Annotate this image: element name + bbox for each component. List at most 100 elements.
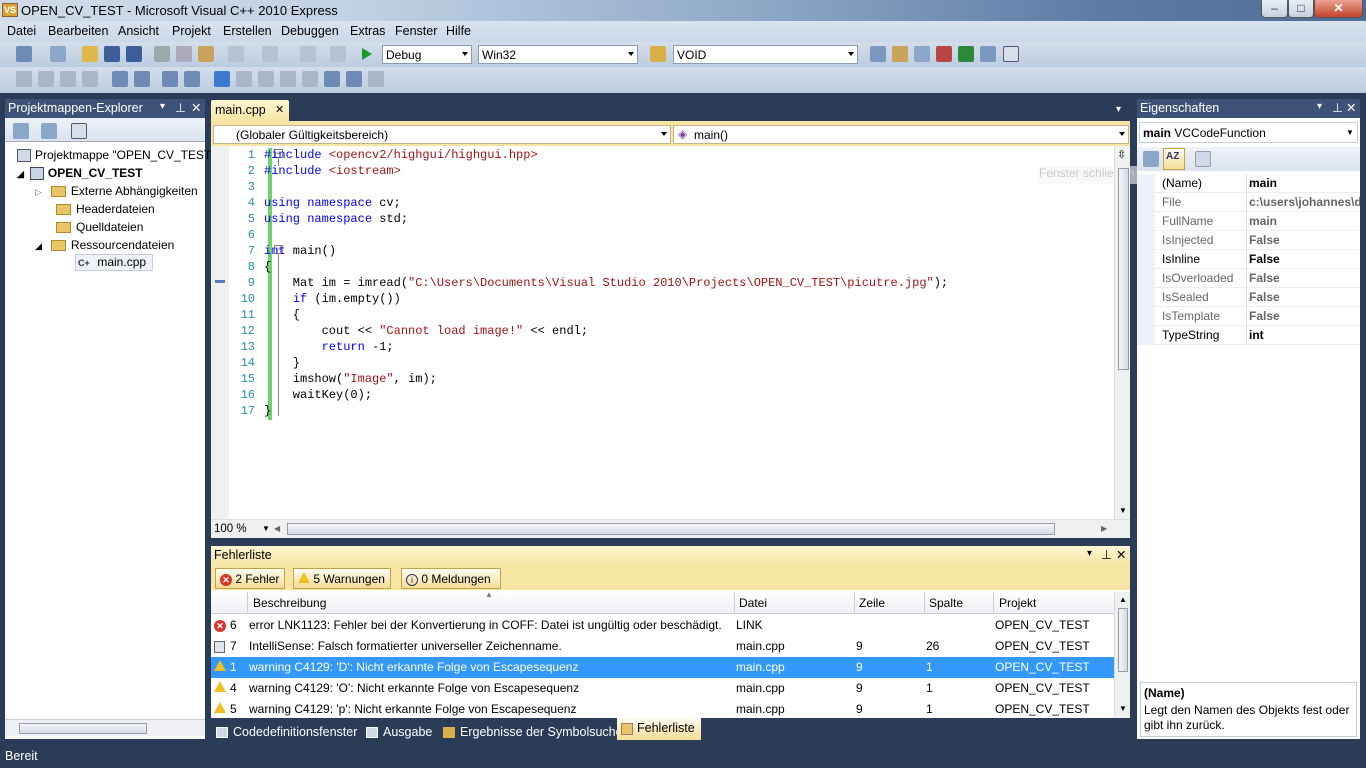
complete-word-icon[interactable]	[82, 71, 98, 87]
cut-icon[interactable]	[154, 46, 170, 62]
code-line[interactable]: 9 Mat im = imread("C:\Users\Documents\Vi…	[231, 275, 948, 291]
find-in-files-icon[interactable]	[650, 46, 666, 62]
configuration-select[interactable]: Debug	[382, 45, 472, 64]
comment-icon[interactable]	[162, 71, 178, 87]
next-bookmark-document-icon[interactable]	[346, 71, 362, 87]
tree-item-external-dependencies[interactable]: ▷ Externe Abhängigkeiten	[5, 182, 205, 200]
code-line[interactable]: 14 }	[231, 355, 300, 371]
code-line[interactable]: 8{	[231, 259, 271, 275]
tab-symbol-search-results[interactable]: Ergebnisse der Symbolsuche	[443, 722, 623, 742]
quick-info-icon[interactable]	[60, 71, 76, 87]
horizontal-scrollbar[interactable]	[5, 719, 205, 736]
tab-error-list[interactable]: Fehlerliste	[617, 718, 701, 740]
pin-icon[interactable]: ⊥	[1101, 547, 1112, 562]
column-column[interactable]: Spalte	[929, 596, 963, 610]
scroll-down-icon[interactable]: ▼	[1119, 704, 1127, 713]
clear-bookmarks-icon[interactable]	[368, 71, 384, 87]
code-editor[interactable]: − − 1 #include <opencv2/highgui/highgui.h…	[211, 146, 1159, 519]
code-line[interactable]: 5 using namespace std;	[231, 211, 408, 227]
navigate-forward-icon[interactable]	[330, 46, 346, 62]
expanded-triangle-icon[interactable]: ◢	[17, 169, 24, 179]
maximize-button[interactable]: □	[1288, 0, 1314, 18]
code-line[interactable]: 4 using namespace cv;	[231, 195, 401, 211]
panel-dropdown-icon[interactable]: ▾	[1087, 548, 1092, 559]
copy-icon[interactable]	[176, 46, 192, 62]
new-project-icon[interactable]	[16, 46, 32, 62]
menu-erstellen[interactable]: Erstellen	[223, 24, 272, 38]
property-row[interactable]: IsSealed False	[1137, 288, 1360, 307]
column-project[interactable]: Projekt	[999, 596, 1036, 610]
horizontal-scrollbar-thumb[interactable]	[287, 523, 1055, 535]
menu-ansicht[interactable]: Ansicht	[118, 24, 159, 38]
panel-dropdown-icon[interactable]: ▾	[1317, 101, 1322, 112]
messages-filter-button[interactable]: i 0 Meldungen	[401, 568, 501, 589]
menu-datei[interactable]: Datei	[7, 24, 36, 38]
show-all-files-icon[interactable]	[41, 123, 57, 139]
column-description[interactable]: Beschreibung	[253, 596, 326, 610]
property-row[interactable]: (Name) main	[1137, 174, 1360, 193]
code-line[interactable]: 2 #include <iostream>	[231, 163, 401, 179]
extension-manager-icon[interactable]	[980, 46, 996, 62]
code-line[interactable]: 11 {	[231, 307, 300, 323]
save-all-icon[interactable]	[126, 46, 142, 62]
menu-debuggen[interactable]: Debuggen	[281, 24, 339, 38]
tab-output[interactable]: Ausgabe	[366, 722, 432, 742]
categorized-icon[interactable]	[1143, 151, 1159, 167]
column-line[interactable]: Zeile	[859, 596, 885, 610]
member-select[interactable]: ◈ main()	[673, 125, 1129, 144]
property-row[interactable]: IsInjected False	[1137, 231, 1360, 250]
property-row[interactable]: IsInline False	[1137, 250, 1360, 269]
property-pages-icon[interactable]	[1195, 151, 1211, 167]
save-icon[interactable]	[104, 46, 120, 62]
tree-item-source-files[interactable]: Quelldateien	[5, 218, 205, 236]
close-icon[interactable]: ✕	[191, 100, 201, 115]
menu-projekt[interactable]: Projekt	[172, 24, 211, 38]
previous-bookmark-icon[interactable]	[236, 71, 252, 87]
code-line[interactable]: 6	[231, 227, 255, 243]
tree-project[interactable]: ◢ OPEN_CV_TEST	[5, 164, 205, 182]
split-icon[interactable]: ⇳	[1117, 148, 1126, 161]
scroll-right-icon[interactable]: ▶	[1101, 524, 1107, 533]
paste-icon[interactable]	[198, 46, 214, 62]
scrollbar-thumb[interactable]	[1118, 608, 1128, 672]
refresh-icon[interactable]	[71, 123, 87, 139]
menu-bearbeiten[interactable]: Bearbeiten	[48, 24, 108, 38]
menu-fenster[interactable]: Fenster	[395, 24, 437, 38]
tree-solution[interactable]: Projektmappe "OPEN_CV_TEST" (1 Projekt)	[5, 146, 274, 164]
object-selector[interactable]: main VCCodeFunction ▼	[1139, 122, 1358, 143]
error-row[interactable]: 5 warning C4129: 'p': Nicht erkannte Folg…	[211, 699, 1114, 720]
parameter-info-icon[interactable]	[38, 71, 54, 87]
property-row[interactable]: TypeString int	[1137, 326, 1360, 345]
tab-main-cpp[interactable]: main.cpp ✕	[211, 100, 289, 121]
undo-icon[interactable]	[228, 46, 244, 62]
platform-select[interactable]: Win32	[478, 45, 638, 64]
tab-dropdown-icon[interactable]: ▾	[1116, 104, 1121, 115]
code-line[interactable]: 1 #include <opencv2/highgui/highgui.hpp>	[231, 147, 538, 163]
start-debugging-icon[interactable]	[362, 48, 372, 60]
close-tab-icon[interactable]: ✕	[275, 103, 284, 116]
tree-item-header-files[interactable]: Headerdateien	[5, 200, 205, 218]
scrollbar-thumb[interactable]	[1118, 168, 1129, 370]
properties-icon[interactable]	[892, 46, 908, 62]
scroll-left-icon[interactable]: ◀	[274, 524, 280, 533]
scrollbar-thumb[interactable]	[19, 723, 147, 734]
output-window-icon[interactable]	[1003, 46, 1019, 62]
pin-icon[interactable]: ⊥	[175, 100, 186, 115]
error-row[interactable]: 1 warning C4129: 'D': Nicht erkannte Folg…	[211, 657, 1114, 678]
error-row[interactable]: ✕ 6 error LNK1123: Fehler bei der Konverti…	[211, 615, 1114, 636]
code-line[interactable]: 12 cout << "Cannot load image!" << endl;	[231, 323, 588, 339]
next-bookmark-icon[interactable]	[258, 71, 274, 87]
scroll-down-icon[interactable]: ▼	[1119, 506, 1127, 515]
increase-indent-icon[interactable]	[134, 71, 150, 87]
menu-hilfe[interactable]: Hilfe	[446, 24, 471, 38]
error-row[interactable]: 7 IntelliSense: Falsch formatierter unive…	[211, 636, 1114, 657]
error-row[interactable]: 4 warning C4129: 'O': Nicht erkannte Folg…	[211, 678, 1114, 699]
code-line[interactable]: 15 imshow("Image", im);	[231, 371, 437, 387]
code-line[interactable]: 10 if (im.empty())	[231, 291, 401, 307]
prev-bookmark-document-icon[interactable]	[324, 71, 340, 87]
vertical-scrollbar[interactable]: ⇳ ▼	[1114, 146, 1130, 519]
decrease-indent-icon[interactable]	[112, 71, 128, 87]
scope-select[interactable]: (Globaler Gültigkeitsbereich)	[213, 125, 671, 144]
navigate-back-icon[interactable]	[300, 46, 316, 62]
redo-icon[interactable]	[262, 46, 278, 62]
